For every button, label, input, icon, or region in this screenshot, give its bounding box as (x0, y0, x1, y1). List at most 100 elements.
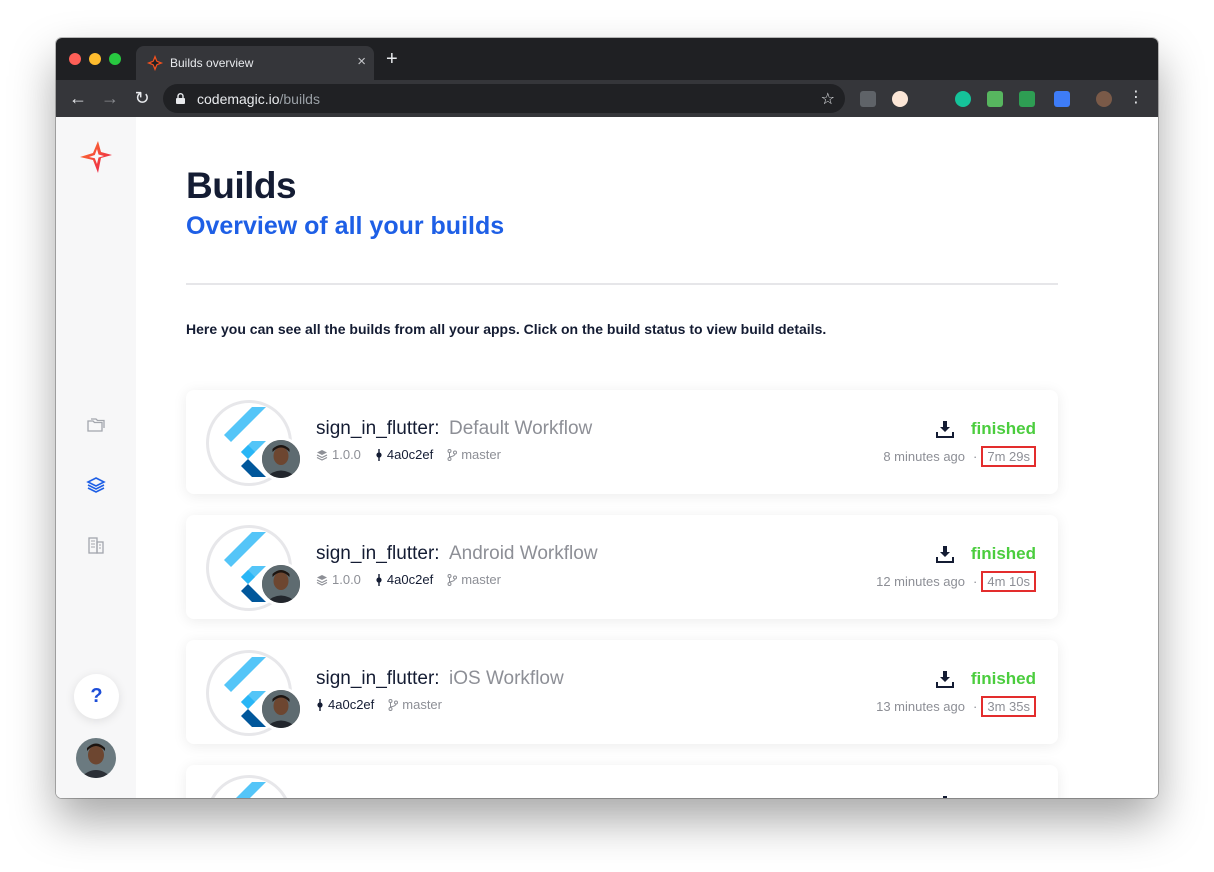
browser-window: Builds overview × + ← → ↻ codemagic.io/b… (56, 38, 1158, 798)
branch-icon (447, 448, 458, 461)
branch-item: master (388, 697, 442, 712)
build-card[interactable]: sign_in_flutter: Default Workflow 1.0.0 … (186, 390, 1058, 494)
download-icon[interactable] (936, 795, 954, 798)
branch-name: master (402, 697, 442, 712)
build-card[interactable]: sign_in_flutter: iOS Workflow 4a0c2ef ma… (186, 640, 1058, 744)
commit-icon (376, 448, 382, 461)
url-text: codemagic.io/builds (197, 91, 320, 107)
commit-icon (376, 573, 382, 586)
build-duration: 7m 29s (981, 446, 1036, 467)
user-avatar[interactable] (76, 738, 116, 778)
build-status[interactable]: finished (971, 669, 1036, 689)
app-icon-ring (206, 775, 292, 798)
build-time: 12 minutes ago · 4m 10s (876, 571, 1036, 592)
separator-dot: · (973, 699, 978, 714)
committer-photo-icon (262, 565, 300, 603)
committer-avatar (259, 562, 303, 606)
new-tab-button[interactable]: + (386, 49, 398, 69)
codemagic-favicon-icon (146, 54, 164, 72)
started-ago: 13 minutes ago (876, 699, 966, 714)
version-label: 1.0.0 (332, 572, 361, 587)
commit-item[interactable]: 4a0c2ef (375, 447, 433, 462)
apps-folder-icon[interactable] (86, 415, 106, 435)
committer-photo-icon (262, 440, 300, 478)
profile-avatar-icon[interactable] (1096, 91, 1112, 107)
workflow-name: Android Workflow (449, 543, 598, 564)
page-title: Builds (186, 165, 297, 206)
committer-photo-icon (262, 690, 300, 728)
app-icon (206, 650, 303, 736)
teams-building-icon[interactable] (86, 535, 106, 555)
address-bar[interactable]: codemagic.io/builds ☆ (163, 84, 845, 113)
committer-avatar (259, 687, 303, 731)
branch-icon (447, 573, 458, 586)
forward-button[interactable]: → (100, 88, 120, 108)
download-icon[interactable] (936, 670, 954, 688)
committer-avatar (259, 437, 303, 481)
sidebar: ? (56, 117, 136, 798)
build-duration: 3m 35s (981, 696, 1036, 717)
build-card[interactable] (186, 765, 1058, 798)
user-photo-icon (76, 738, 116, 778)
build-time: 8 minutes ago · 7m 29s (883, 446, 1036, 467)
browser-menu-icon[interactable]: ⋮ (1128, 88, 1144, 108)
close-window-button[interactable] (69, 53, 81, 65)
tab-bar: Builds overview × + (56, 38, 1158, 80)
started-ago: 12 minutes ago (876, 574, 966, 589)
commit-hash: 4a0c2ef (386, 447, 434, 462)
extension-grammarly-icon[interactable] (955, 91, 971, 107)
branch-icon (388, 698, 399, 711)
app-icon (206, 400, 303, 486)
build-meta: 4a0c2ef master (316, 697, 456, 712)
started-ago: 8 minutes ago (883, 449, 966, 464)
reload-button[interactable]: ↻ (132, 88, 152, 108)
flutter-icon (236, 782, 266, 798)
extension-pen-icon[interactable] (1054, 91, 1070, 107)
build-meta: 1.0.0 4a0c2ef master (316, 572, 515, 587)
build-meta: 1.0.0 4a0c2ef master (316, 447, 515, 462)
app-name: sign_in_flutter: (316, 418, 440, 439)
branch-item: master (447, 447, 501, 462)
app-name: sign_in_flutter: (316, 543, 440, 564)
version-label: 1.0.0 (332, 447, 361, 462)
download-icon[interactable] (936, 420, 954, 438)
intro-text: Here you can see all the builds from all… (186, 321, 827, 337)
extension-capsule-icon[interactable] (892, 91, 908, 107)
help-button[interactable]: ? (74, 674, 119, 719)
commit-item[interactable]: 4a0c2ef (316, 697, 374, 712)
builds-layers-icon[interactable] (86, 475, 106, 495)
app-icon (206, 525, 303, 611)
separator-dot: · (973, 574, 978, 589)
version-layers-icon (316, 449, 328, 461)
version-item: 1.0.0 (316, 447, 361, 462)
minimize-window-button[interactable] (89, 53, 101, 65)
build-card[interactable]: sign_in_flutter: Android Workflow 1.0.0 … (186, 515, 1058, 619)
build-status[interactable]: finished (971, 544, 1036, 564)
tab-builds-overview[interactable]: Builds overview × (136, 46, 374, 80)
workflow-name: Default Workflow (449, 418, 593, 439)
build-duration: 4m 10s (981, 571, 1036, 592)
commit-icon (317, 698, 323, 711)
divider (186, 283, 1058, 285)
app-name: sign_in_flutter: (316, 668, 440, 689)
commit-item[interactable]: 4a0c2ef (375, 572, 433, 587)
commit-hash: 4a0c2ef (328, 697, 375, 712)
version-item: 1.0.0 (316, 572, 361, 587)
app-icon (206, 775, 292, 798)
download-icon[interactable] (936, 545, 954, 563)
commit-hash: 4a0c2ef (386, 572, 434, 587)
app-content: ? Builds Overview of all your builds Her… (56, 117, 1158, 798)
extension-translate-icon[interactable] (1019, 91, 1035, 107)
back-button[interactable]: ← (68, 88, 88, 108)
codemagic-logo-icon[interactable] (78, 139, 114, 175)
branch-name: master (461, 572, 501, 587)
tab-close-icon[interactable]: × (357, 53, 366, 71)
zoom-window-button[interactable] (109, 53, 121, 65)
build-status[interactable]: finished (971, 419, 1036, 439)
separator-dot: · (973, 449, 978, 464)
browser-toolbar: ← → ↻ codemagic.io/builds ☆ ⋮ (56, 80, 1158, 117)
bookmark-star-icon[interactable]: ☆ (821, 89, 835, 109)
extension-lightbulb-icon[interactable] (860, 91, 876, 107)
lock-icon (176, 93, 185, 104)
extension-mail-icon[interactable] (987, 91, 1003, 107)
